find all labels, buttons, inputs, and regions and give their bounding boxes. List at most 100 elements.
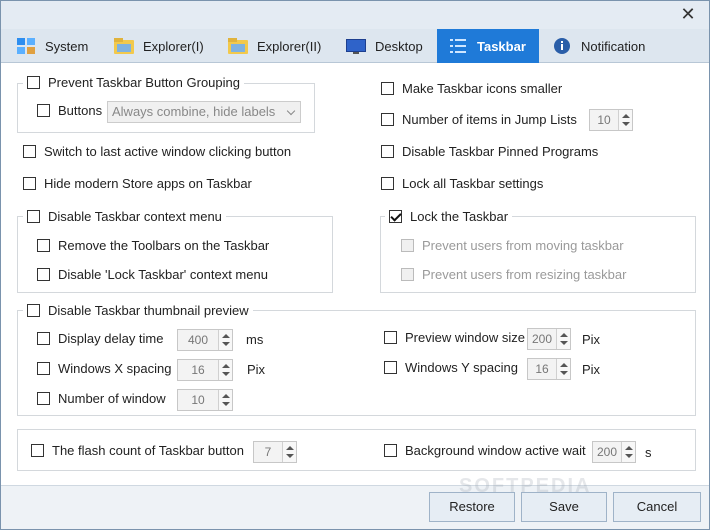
stepper-value: 10	[597, 113, 611, 127]
num-window-checkbox[interactable]	[37, 392, 50, 405]
prevent-moving-checkbox	[401, 239, 414, 252]
prevent-resizing-checkbox	[401, 268, 414, 281]
stepper-arrows[interactable]	[218, 360, 232, 380]
prevent-resizing-option: Prevent users from resizing taskbar	[401, 267, 626, 282]
close-icon[interactable]: ✕	[677, 3, 699, 25]
context-menu-checkbox[interactable]	[27, 210, 40, 223]
context-menu-option[interactable]: Disable Taskbar context menu	[23, 209, 226, 224]
display-delay-option[interactable]: Display delay time	[37, 331, 164, 346]
pinned-option[interactable]: Disable Taskbar Pinned Programs	[381, 144, 598, 159]
bg-wait-option[interactable]: Background window active wait	[384, 443, 586, 458]
icons-smaller-label: Make Taskbar icons smaller	[402, 81, 563, 96]
grouping-label: Prevent Taskbar Button Grouping	[48, 75, 240, 90]
buttons-combine-select[interactable]: Always combine, hide labels	[107, 101, 301, 123]
display-delay-label: Display delay time	[58, 331, 164, 346]
hide-store-option[interactable]: Hide modern Store apps on Taskbar	[23, 176, 252, 191]
tab-system[interactable]: System	[5, 29, 101, 63]
remove-toolbars-checkbox[interactable]	[37, 239, 50, 252]
tab-label: Taskbar	[477, 38, 526, 54]
display-delay-checkbox[interactable]	[37, 332, 50, 345]
flash-count-checkbox[interactable]	[31, 444, 44, 457]
lock-taskbar-checkbox[interactable]	[389, 210, 402, 223]
bg-wait-label: Background window active wait	[405, 443, 586, 458]
stepper-arrows[interactable]	[556, 329, 570, 349]
tab-explorer-1[interactable]: Explorer(I)	[103, 29, 215, 63]
lock-taskbar-option[interactable]: Lock the Taskbar	[385, 209, 513, 224]
stepper-value: 200	[596, 445, 618, 459]
stepper-value: 7	[264, 445, 272, 459]
y-spacing-checkbox[interactable]	[384, 361, 397, 374]
tab-label: Notification	[581, 38, 646, 54]
title-bar: ✕	[1, 1, 709, 29]
flash-count-label: The flash count of Taskbar button	[52, 443, 244, 458]
bg-wait-checkbox[interactable]	[384, 444, 397, 457]
tab-label: Desktop	[375, 38, 423, 54]
system-icon	[15, 36, 37, 56]
num-window-option[interactable]: Number of window	[37, 391, 166, 406]
stepper-value: 400	[187, 333, 209, 347]
x-spacing-option[interactable]: Windows X spacing	[37, 361, 171, 376]
stepper-value: 10	[191, 393, 205, 407]
disable-lock-ctx-checkbox[interactable]	[37, 268, 50, 281]
flash-count-stepper[interactable]: 7	[253, 441, 297, 463]
lock-all-checkbox[interactable]	[381, 177, 394, 190]
remove-toolbars-option[interactable]: Remove the Toolbars on the Taskbar	[37, 238, 269, 253]
icons-smaller-checkbox[interactable]	[381, 82, 394, 95]
tab-taskbar[interactable]: Taskbar	[437, 29, 539, 63]
buttons-checkbox[interactable]	[37, 104, 50, 117]
y-spacing-option[interactable]: Windows Y spacing	[384, 360, 518, 375]
jump-lists-checkbox[interactable]	[381, 113, 394, 126]
stepper-arrows[interactable]	[621, 442, 635, 462]
num-window-stepper[interactable]: 10	[177, 389, 233, 411]
desktop-icon	[345, 36, 367, 56]
thumbnail-checkbox[interactable]	[27, 304, 40, 317]
stepper-arrows[interactable]	[218, 390, 232, 410]
tab-notification[interactable]: Notification	[541, 29, 661, 63]
thumbnail-option[interactable]: Disable Taskbar thumbnail preview	[23, 303, 253, 318]
x-spacing-checkbox[interactable]	[37, 362, 50, 375]
buttons-option[interactable]: Buttons	[37, 103, 102, 118]
disable-lock-ctx-option[interactable]: Disable 'Lock Taskbar' context menu	[37, 267, 268, 282]
jump-lists-option[interactable]: Number of items in Jump Lists	[381, 112, 577, 127]
jump-lists-stepper[interactable]: 10	[589, 109, 633, 131]
lock-all-option[interactable]: Lock all Taskbar settings	[381, 176, 543, 191]
taskbar-icon	[447, 36, 469, 56]
stepper-arrows[interactable]	[618, 110, 632, 130]
pinned-checkbox[interactable]	[381, 145, 394, 158]
unit-label: Pix	[582, 332, 601, 347]
grouping-option[interactable]: Prevent Taskbar Button Grouping	[23, 75, 244, 90]
stepper-value: 16	[535, 362, 549, 376]
stepper-value: 16	[191, 363, 205, 377]
taskbar-settings-panel: Prevent Taskbar Button Grouping Buttons …	[5, 64, 705, 484]
stepper-arrows[interactable]	[218, 330, 232, 350]
tweaker-window: ✕ System Explorer(I) Explorer(II) Deskto…	[0, 0, 710, 530]
prevent-moving-option: Prevent users from moving taskbar	[401, 238, 624, 253]
prevent-moving-label: Prevent users from moving taskbar	[422, 238, 624, 253]
tab-label: Explorer(II)	[257, 38, 322, 54]
preview-size-checkbox[interactable]	[384, 331, 397, 344]
flash-count-option[interactable]: The flash count of Taskbar button	[31, 443, 244, 458]
grouping-checkbox[interactable]	[27, 76, 40, 89]
tab-explorer-2[interactable]: Explorer(II)	[217, 29, 333, 63]
folder-icon	[113, 36, 135, 56]
stepper-arrows[interactable]	[282, 442, 296, 462]
hide-store-label: Hide modern Store apps on Taskbar	[44, 176, 252, 191]
tab-label: Explorer(I)	[143, 38, 204, 54]
cancel-button[interactable]: Cancel	[613, 492, 701, 522]
disable-lock-ctx-label: Disable 'Lock Taskbar' context menu	[58, 267, 268, 282]
icons-smaller-option[interactable]: Make Taskbar icons smaller	[381, 81, 562, 96]
switch-last-option[interactable]: Switch to last active window clicking bu…	[23, 144, 291, 159]
context-menu-label: Disable Taskbar context menu	[48, 209, 222, 224]
display-delay-stepper[interactable]: 400	[177, 329, 233, 351]
switch-last-checkbox[interactable]	[23, 145, 36, 158]
x-spacing-stepper[interactable]: 16	[177, 359, 233, 381]
tab-desktop[interactable]: Desktop	[335, 29, 435, 63]
stepper-arrows[interactable]	[556, 359, 570, 379]
hide-store-checkbox[interactable]	[23, 177, 36, 190]
stepper-value: 200	[531, 332, 553, 346]
y-spacing-stepper[interactable]: 16	[527, 358, 571, 380]
preview-size-stepper[interactable]: 200	[527, 328, 571, 350]
preview-size-option[interactable]: Preview window size	[384, 330, 525, 345]
thumbnail-label: Disable Taskbar thumbnail preview	[48, 303, 249, 318]
bg-wait-stepper[interactable]: 200	[592, 441, 636, 463]
